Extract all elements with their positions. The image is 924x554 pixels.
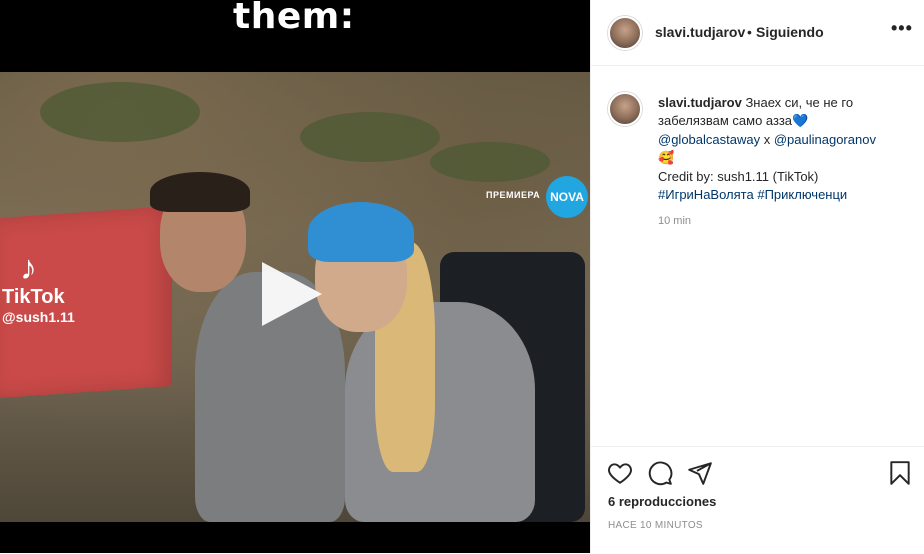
mention-globalcastaway[interactable]: @globalcastaway <box>658 132 760 147</box>
post-side-panel: slavi.tudjarov • Siguiendo ••• slavi.tud… <box>590 0 924 553</box>
channel-logo-badge: NOVA <box>546 176 588 218</box>
tiktok-watermark: ♪ TikTok @sush1.11 <box>2 250 75 325</box>
background-bush <box>430 142 550 182</box>
hashtag-priklyuchentsi[interactable]: #Приключенци <box>757 187 847 202</box>
blue-heart-emoji: 💙 <box>792 114 809 129</box>
mention-paulinagoranov[interactable]: @paulinagoranov <box>774 132 876 147</box>
bookmark-icon[interactable] <box>887 460 913 486</box>
blue-hat <box>308 202 414 262</box>
share-icon[interactable] <box>687 460 713 486</box>
tiktok-icon: ♪ <box>20 249 37 287</box>
caption-time: 10 min <box>658 215 692 227</box>
avatar[interactable] <box>608 16 642 50</box>
channel-logo-text: ПРЕМИЕРА <box>486 190 541 200</box>
tiktok-username: @sush1.11 <box>2 309 75 325</box>
video-player[interactable]: them: ПРЕМИЕРА NOVA ♪ TikTok @sush1.11 <box>0 0 590 553</box>
tiktok-brand: TikTok <box>2 286 65 308</box>
following-button[interactable]: Siguiendo <box>756 24 824 40</box>
heart-icon[interactable] <box>607 460 633 486</box>
smiling-face-hearts-emoji: 🥰 <box>658 151 675 166</box>
play-icon[interactable] <box>262 262 322 326</box>
background-bush <box>40 82 200 142</box>
video-overlay-caption: them: <box>233 0 355 37</box>
caption-credit: Credit by: sush1.11 (TikTok) <box>658 169 819 184</box>
header-username[interactable]: slavi.tudjarov <box>655 24 745 40</box>
post-timestamp[interactable]: HACE 10 MINUTOS <box>608 520 703 531</box>
person-left-hair <box>150 172 250 212</box>
caption-avatar[interactable] <box>608 92 642 126</box>
views-count[interactable]: 6 reproducciones <box>608 494 716 509</box>
post-header: slavi.tudjarov • Siguiendo ••• <box>591 0 924 66</box>
separator-dot: • <box>747 24 752 40</box>
comment-icon[interactable] <box>647 460 673 486</box>
background-bush <box>300 112 440 162</box>
more-options-icon[interactable]: ••• <box>891 18 913 39</box>
hashtag-igri-na-volyata[interactable]: #ИгриНаВолята <box>658 187 754 202</box>
caption-username[interactable]: slavi.tudjarov <box>658 95 742 110</box>
caption-connector: x <box>763 132 771 147</box>
caption-text: slavi.tudjarov Знаех си, че не го забеля… <box>658 94 913 204</box>
actions-bar: 6 reproducciones HACE 10 MINUTOS <box>591 446 924 554</box>
person-right-body <box>345 302 535 522</box>
